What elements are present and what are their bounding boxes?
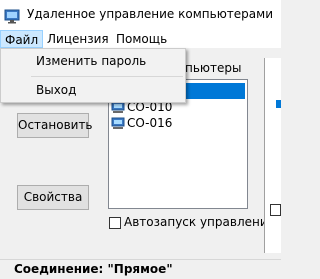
window-title: Удаленное управление компьютерами — [27, 7, 273, 21]
right-panel — [264, 58, 281, 253]
menu-file[interactable]: Файл — [0, 30, 44, 48]
autorun-label: Автозапуск управления — [124, 215, 275, 229]
menu-help[interactable]: Помощь — [112, 30, 171, 48]
autorun-checkbox[interactable] — [109, 217, 121, 229]
computer-icon — [111, 117, 125, 129]
list-item-label: CO-016 — [127, 116, 173, 130]
menu-item-label: Изменить пароль — [36, 54, 147, 68]
file-dropdown-menu: Изменить пароль Выход — [0, 48, 186, 103]
computers-group-label: пьютеры — [185, 61, 242, 75]
menu-item-change-password[interactable]: Изменить пароль — [2, 50, 184, 72]
menu-item-label: Выход — [36, 83, 77, 97]
menu-separator — [31, 76, 183, 77]
right-panel-checkbox[interactable] — [270, 204, 281, 216]
menu-license[interactable]: Лицензия — [43, 30, 113, 48]
list-item[interactable]: CO-016 — [111, 115, 172, 131]
menu-bar: Файл Лицензия Помощь — [0, 30, 281, 48]
connection-status: Соединение: "Прямое" — [14, 262, 173, 276]
properties-button[interactable]: Свойства — [17, 185, 89, 210]
menu-item-exit[interactable]: Выход — [2, 79, 184, 101]
right-panel-marker — [276, 100, 281, 108]
app-monitor-icon — [4, 9, 20, 24]
stop-button[interactable]: Остановить — [17, 113, 93, 138]
